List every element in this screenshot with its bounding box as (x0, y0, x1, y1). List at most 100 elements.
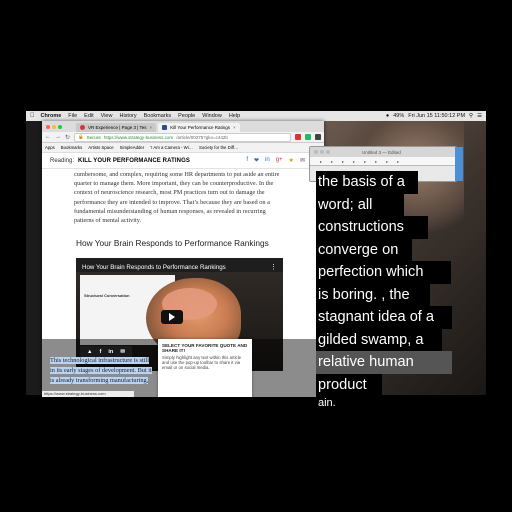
list-icon[interactable]: ☰ (477, 113, 482, 119)
play-button[interactable] (161, 310, 183, 324)
tab-favicon (80, 125, 85, 130)
caption-line[interactable]: stagnant idea of a (316, 306, 452, 329)
caption-line[interactable]: gilded swamp, a (316, 328, 442, 351)
caption-tail[interactable]: ain. (316, 396, 346, 410)
bookmark-camera[interactable]: ‘I Am a Camera - Wi… (150, 145, 193, 150)
browser-window: VR Experience | Page 3 | Tes × Kill Your… (42, 121, 324, 397)
caption-window-title: Untitled 3 — Edited (362, 149, 401, 155)
googleplus-icon[interactable]: g+ (276, 157, 283, 164)
more-icon[interactable]: ⋮ (270, 263, 277, 271)
linkedin-icon[interactable]: in (265, 157, 270, 164)
bookmark-apps[interactable]: Apps (45, 145, 55, 150)
share-icons: f ❤ in g+ ★ ✉ ✎ (246, 157, 316, 164)
save-icon[interactable]: ★ (289, 157, 294, 164)
twitter-share-icon[interactable]: ▲ (87, 349, 92, 355)
zoom-window-icon[interactable] (326, 150, 330, 154)
close-tab-icon[interactable]: × (150, 125, 153, 130)
status-bar-url: https://www.strategy-business.com (42, 391, 134, 397)
article-body: cumbersome, and complex, requiring some … (74, 170, 286, 225)
menu-file[interactable]: File (68, 113, 77, 119)
menu-window[interactable]: Window (202, 113, 222, 119)
close-window-icon[interactable] (314, 150, 318, 154)
share-tip-popup: SELECT YOUR FAVORITE QUOTE AND SHARE IT!… (158, 339, 252, 397)
menu-view[interactable]: View (101, 113, 113, 119)
menu-people[interactable]: People (178, 113, 195, 119)
twitter-icon[interactable]: ❤ (254, 157, 259, 164)
tab-label: VR Experience | Page 3 | Tes (88, 125, 147, 130)
extension-icon[interactable] (295, 134, 301, 140)
address-bar[interactable]: 🔒 Secure https://www.strategy-business.c… (74, 132, 291, 142)
forward-icon[interactable]: → (55, 134, 61, 140)
menu-bookmarks[interactable]: Bookmarks (144, 113, 172, 119)
screen:  Chrome File Edit View History Bookmark… (0, 0, 512, 512)
lock-icon[interactable]: 🔒 (78, 134, 84, 140)
menu-edit[interactable]: Edit (84, 113, 93, 119)
email-icon[interactable]: ✉ (300, 157, 305, 164)
highlight-line[interactable]: in its early stages of development. But … (50, 366, 152, 374)
caption-text[interactable]: the basis of a word; all constructions c… (316, 171, 456, 410)
facebook-share-icon[interactable]: f (100, 349, 102, 355)
ruler[interactable]: ▸ ▸ ▸ ▸ ▸ ▸ ▸ ▸ (310, 157, 456, 166)
reload-icon[interactable]: ↻ (65, 134, 70, 141)
facebook-icon[interactable]: f (246, 157, 248, 164)
minimize-window-icon[interactable] (320, 150, 324, 154)
menu-extras: ● 49% Fri Jun 15 11:50:12 PM ⚲ ☰ (386, 111, 482, 121)
address-toolbar: ← → ↻ 🔒 Secure https://www.strategy-busi… (42, 132, 324, 143)
highlight-line[interactable]: is already transforming manufacturing, (50, 376, 149, 384)
reading-header: Reading: KILL YOUR PERFORMANCE RATINGS f… (42, 153, 324, 169)
url-path: /article/00275?gko=c442b (176, 134, 228, 140)
bookmark-artists-space[interactable]: Artists Space (88, 145, 113, 150)
caption-line[interactable]: product (316, 373, 382, 396)
menu-help[interactable]: Help (229, 113, 240, 119)
caption-line[interactable]: perfection which (316, 261, 451, 284)
popup-heading: SELECT YOUR FAVORITE QUOTE AND SHARE IT! (162, 343, 248, 353)
email-share-icon[interactable]: ✉ (120, 349, 125, 355)
menu-history[interactable]: History (119, 113, 136, 119)
caption-line[interactable]: is boring. , the (316, 283, 430, 306)
caption-window-titlebar: Untitled 3 — Edited (310, 147, 456, 157)
clock[interactable]: Fri Jun 15 11:50:12 PM (408, 113, 465, 119)
reading-label: Reading: (50, 157, 75, 164)
highlighted-text[interactable]: This technological infrastructure is sti… (50, 356, 158, 385)
video-title: How Your Brain Responds to Performance R… (82, 264, 226, 271)
secure-label: Secure (86, 134, 101, 140)
back-icon[interactable]: ← (45, 134, 51, 140)
caption-line-highlighted[interactable]: relative human (316, 351, 452, 374)
close-tab-icon[interactable]: × (233, 125, 236, 130)
window-edge (455, 147, 463, 181)
menu-app-name[interactable]: Chrome (41, 113, 62, 119)
caption-line[interactable]: converge on (316, 238, 412, 261)
bookmark-bookmarks[interactable]: Bookmarks (61, 145, 83, 150)
bookmark-society[interactable]: Society for the Diff… (199, 145, 238, 150)
video-heading: How Your Brain Responds to Performance R… (76, 238, 269, 248)
extension-icon[interactable] (305, 134, 311, 140)
caption-line[interactable]: word; all (316, 193, 404, 216)
menu-icon[interactable] (315, 134, 321, 140)
bookmarks-bar: Apps Bookmarks Artists Space SimpleAdder… (42, 143, 324, 153)
play-icon (169, 313, 175, 321)
tab-favicon (162, 125, 168, 130)
battery-label[interactable]: 49% (393, 113, 404, 119)
minimize-window-icon[interactable] (52, 124, 56, 129)
article-title: KILL YOUR PERFORMANCE RATINGS (78, 157, 190, 164)
caption-line[interactable]: the basis of a (316, 171, 418, 194)
caption-line[interactable]: constructions (316, 216, 428, 239)
highlight-line[interactable]: This technological infrastructure is sti… (50, 357, 149, 364)
share-toolbar: ▲ f in ✉ (80, 346, 132, 357)
mac-menu-bar:  Chrome File Edit View History Bookmark… (26, 111, 486, 121)
close-window-icon[interactable] (46, 124, 50, 129)
window-controls (46, 124, 62, 129)
tab-label: Kill Your Performance Ratings (170, 125, 230, 130)
apple-icon[interactable]:  (30, 113, 35, 119)
url-host: https://www.strategy-business.com (103, 134, 174, 140)
popup-body: Simply highlight any text within this ar… (162, 355, 242, 370)
linkedin-share-icon[interactable]: in (108, 349, 113, 355)
tab-vr-experience[interactable]: VR Experience | Page 3 | Tes × (76, 123, 157, 132)
search-icon[interactable]: ⚲ (469, 113, 473, 119)
bookmark-simpleadder[interactable]: SimpleAdder (120, 145, 145, 150)
video-card-text: Structural Conversation (84, 293, 130, 298)
wifi-icon[interactable]: ● (386, 113, 389, 119)
article-paragraph: cumbersome, and complex, requiring some … (74, 171, 280, 225)
zoom-window-icon[interactable] (58, 124, 62, 129)
tab-kill-ratings[interactable]: Kill Your Performance Ratings × (158, 123, 240, 132)
